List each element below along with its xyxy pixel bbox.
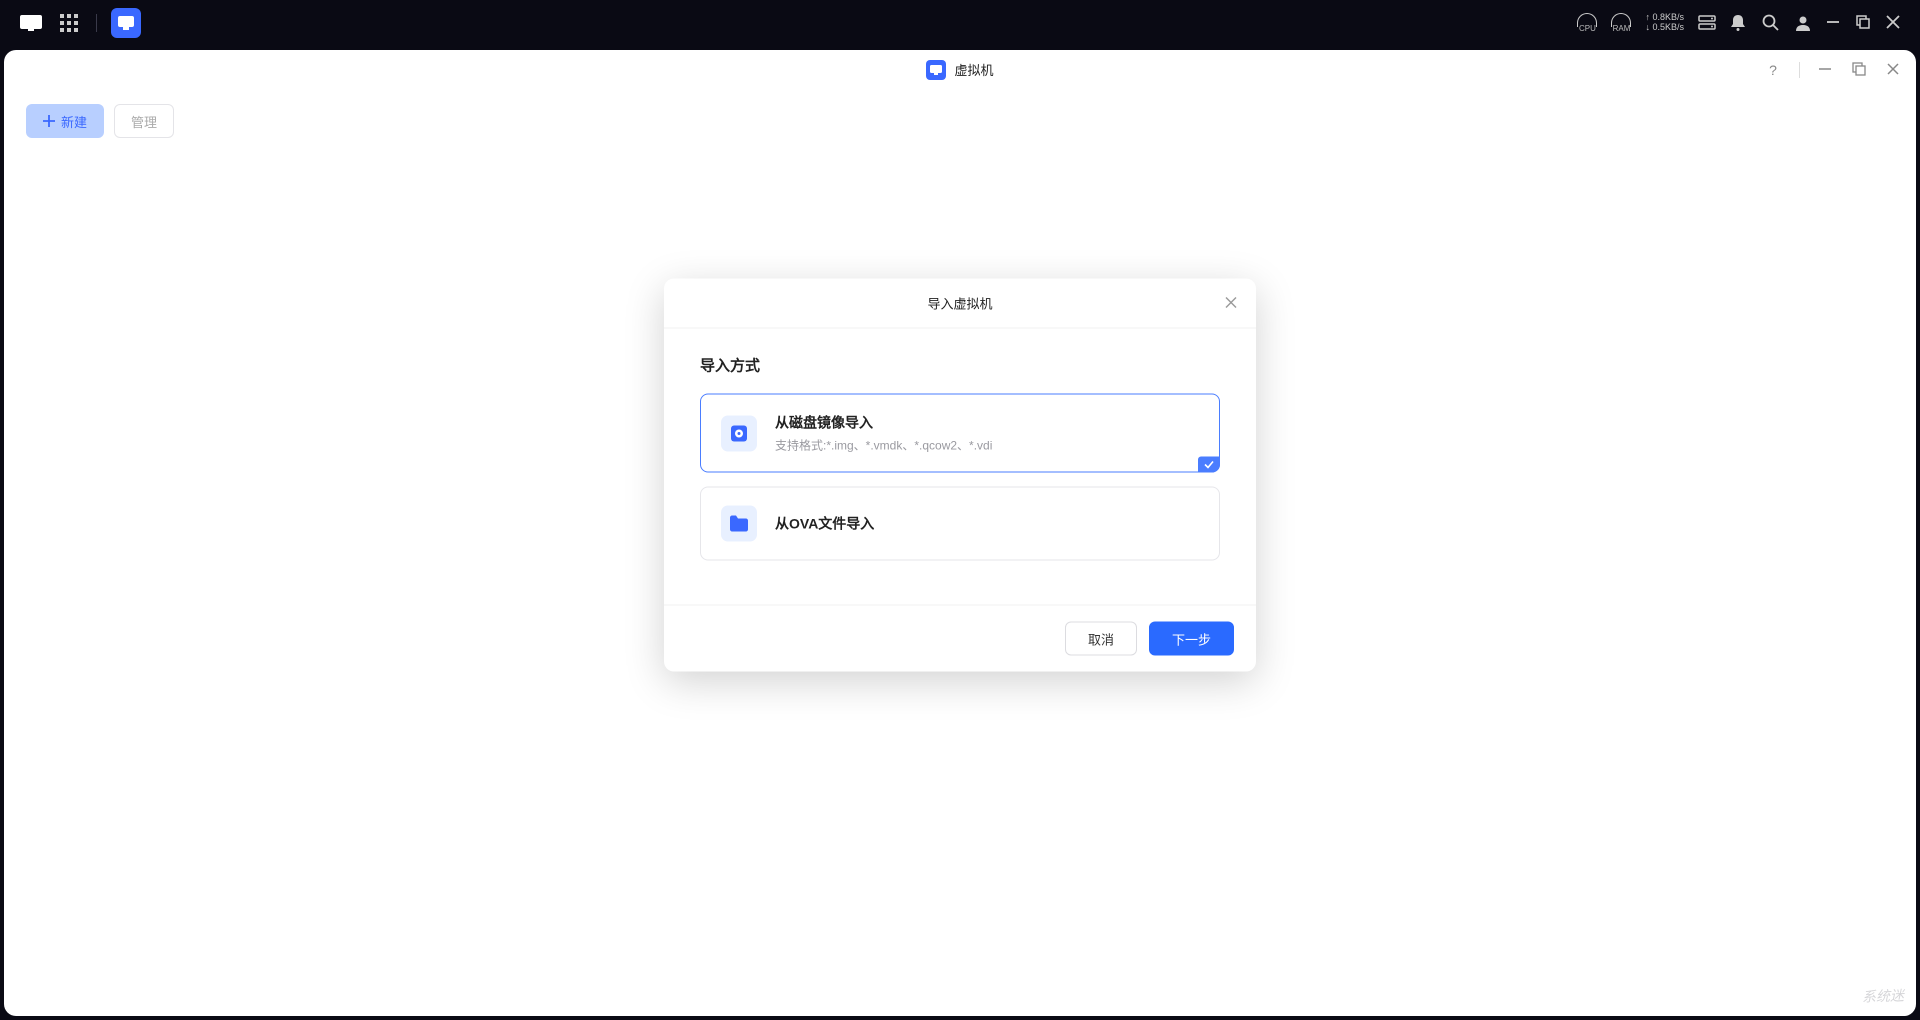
svg-text:?: ? xyxy=(1769,62,1777,78)
option-disk-image[interactable]: 从磁盘镜像导入 支持格式:*.img、*.vmdk、*.qcow2、*.vdi xyxy=(700,394,1220,473)
app-maximize-icon[interactable] xyxy=(1852,62,1868,78)
taskbar-divider xyxy=(96,14,97,32)
taskbar-left xyxy=(18,8,141,38)
plus-icon xyxy=(43,115,55,127)
next-button-label: 下一步 xyxy=(1172,629,1211,648)
os-maximize-icon[interactable] xyxy=(1856,15,1872,31)
option-ova-file[interactable]: 从OVA文件导入 xyxy=(700,487,1220,561)
taskbar-app-vm[interactable] xyxy=(111,8,141,38)
cpu-meter[interactable]: CPU xyxy=(1577,13,1597,33)
selected-check-icon xyxy=(1198,457,1220,473)
option-disk-image-text: 从磁盘镜像导入 支持格式:*.img、*.vmdk、*.qcow2、*.vdi xyxy=(775,413,992,454)
modal-title: 导入虚拟机 xyxy=(927,294,992,313)
search-icon[interactable] xyxy=(1762,14,1780,32)
user-icon[interactable] xyxy=(1794,14,1812,32)
titlebar-divider xyxy=(1799,62,1800,78)
app-title-group: 虚拟机 xyxy=(926,60,993,80)
app-titlebar: 虚拟机 ? xyxy=(4,50,1916,90)
new-button[interactable]: 新建 xyxy=(26,104,104,138)
modal-header: 导入虚拟机 xyxy=(664,279,1256,329)
storage-icon[interactable] xyxy=(1698,14,1716,32)
app-close-icon[interactable] xyxy=(1886,62,1902,78)
manage-button[interactable]: 管理 xyxy=(114,104,174,138)
import-method-title: 导入方式 xyxy=(700,355,1220,376)
app-titlebar-controls: ? xyxy=(1765,62,1902,78)
cancel-button[interactable]: 取消 xyxy=(1065,622,1137,656)
option-disk-image-sub: 支持格式:*.img、*.vmdk、*.qcow2、*.vdi xyxy=(775,437,992,454)
manage-button-label: 管理 xyxy=(131,112,157,131)
option-ova-file-text: 从OVA文件导入 xyxy=(775,514,874,534)
help-icon[interactable]: ? xyxy=(1765,62,1781,78)
desktop-icon[interactable] xyxy=(18,13,44,33)
watermark: 系统迷 xyxy=(1862,985,1905,1006)
network-meter[interactable]: ↑ 0.8KB/s ↓ 0.5KB/s xyxy=(1645,13,1684,33)
app-icon xyxy=(926,60,946,80)
taskbar-right: CPU RAM ↑ 0.8KB/s ↓ 0.5KB/s xyxy=(1577,13,1902,33)
apps-grid-icon[interactable] xyxy=(56,13,82,33)
option-ova-file-title: 从OVA文件导入 xyxy=(775,514,874,534)
cancel-button-label: 取消 xyxy=(1088,629,1114,648)
folder-icon xyxy=(721,506,757,542)
disk-image-icon xyxy=(721,415,757,451)
app-minimize-icon[interactable] xyxy=(1818,62,1834,78)
os-taskbar: CPU RAM ↑ 0.8KB/s ↓ 0.5KB/s xyxy=(0,0,1920,46)
new-button-label: 新建 xyxy=(61,112,87,131)
app-toolbar: 新建 管理 xyxy=(4,90,1916,152)
os-minimize-icon[interactable] xyxy=(1826,15,1842,31)
import-vm-modal: 导入虚拟机 导入方式 从磁盘镜像导入 支持格式:*.img、*.vmdk、*.q… xyxy=(664,279,1256,672)
modal-footer: 取消 下一步 xyxy=(664,605,1256,672)
modal-close-icon[interactable] xyxy=(1224,295,1240,311)
next-button[interactable]: 下一步 xyxy=(1149,622,1234,656)
bell-icon[interactable] xyxy=(1730,14,1748,32)
app-title: 虚拟机 xyxy=(954,60,993,79)
modal-body: 导入方式 从磁盘镜像导入 支持格式:*.img、*.vmdk、*.qcow2、*… xyxy=(664,329,1256,605)
os-close-icon[interactable] xyxy=(1886,15,1902,31)
app-window: 虚拟机 ? 新建 管理 导入虚拟机 xyxy=(4,50,1916,1016)
net-down-label: ↓ 0.5KB/s xyxy=(1645,23,1684,33)
ram-meter[interactable]: RAM xyxy=(1611,13,1631,33)
option-disk-image-title: 从磁盘镜像导入 xyxy=(775,413,992,433)
